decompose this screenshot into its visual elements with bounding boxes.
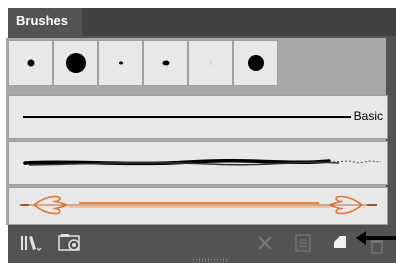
brush-dot-row [8, 40, 288, 88]
options-icon[interactable] [295, 234, 311, 252]
brush-dot-large[interactable] [53, 40, 98, 86]
delete-icon[interactable] [370, 238, 384, 254]
tab-brushes[interactable]: Brushes [8, 8, 82, 36]
remove-stroke-icon[interactable] [257, 235, 273, 251]
brush-dot-small[interactable] [8, 40, 53, 86]
resize-grip[interactable] [193, 258, 229, 262]
tab-bar: Brushes [8, 8, 396, 36]
brush-row-charcoal[interactable] [8, 141, 388, 185]
new-brush-icon[interactable] [332, 234, 348, 250]
brush-dot-hairline[interactable] [188, 40, 233, 86]
arrow-stroke-preview [19, 195, 377, 215]
basic-stroke-preview [23, 116, 351, 118]
brush-dot-tiny-tapered[interactable] [98, 40, 143, 86]
brush-libraries-icon[interactable] [20, 234, 42, 252]
brush-dot-small-oval[interactable] [143, 40, 188, 86]
brush-row-basic[interactable]: Basic [8, 95, 388, 139]
place-brush-icon[interactable] [58, 233, 84, 253]
brush-row-arrow[interactable] [8, 187, 388, 225]
brush-label-basic: Basic [353, 109, 383, 123]
charcoal-stroke-preview [23, 158, 382, 166]
brush-dot-medium[interactable] [233, 40, 278, 86]
